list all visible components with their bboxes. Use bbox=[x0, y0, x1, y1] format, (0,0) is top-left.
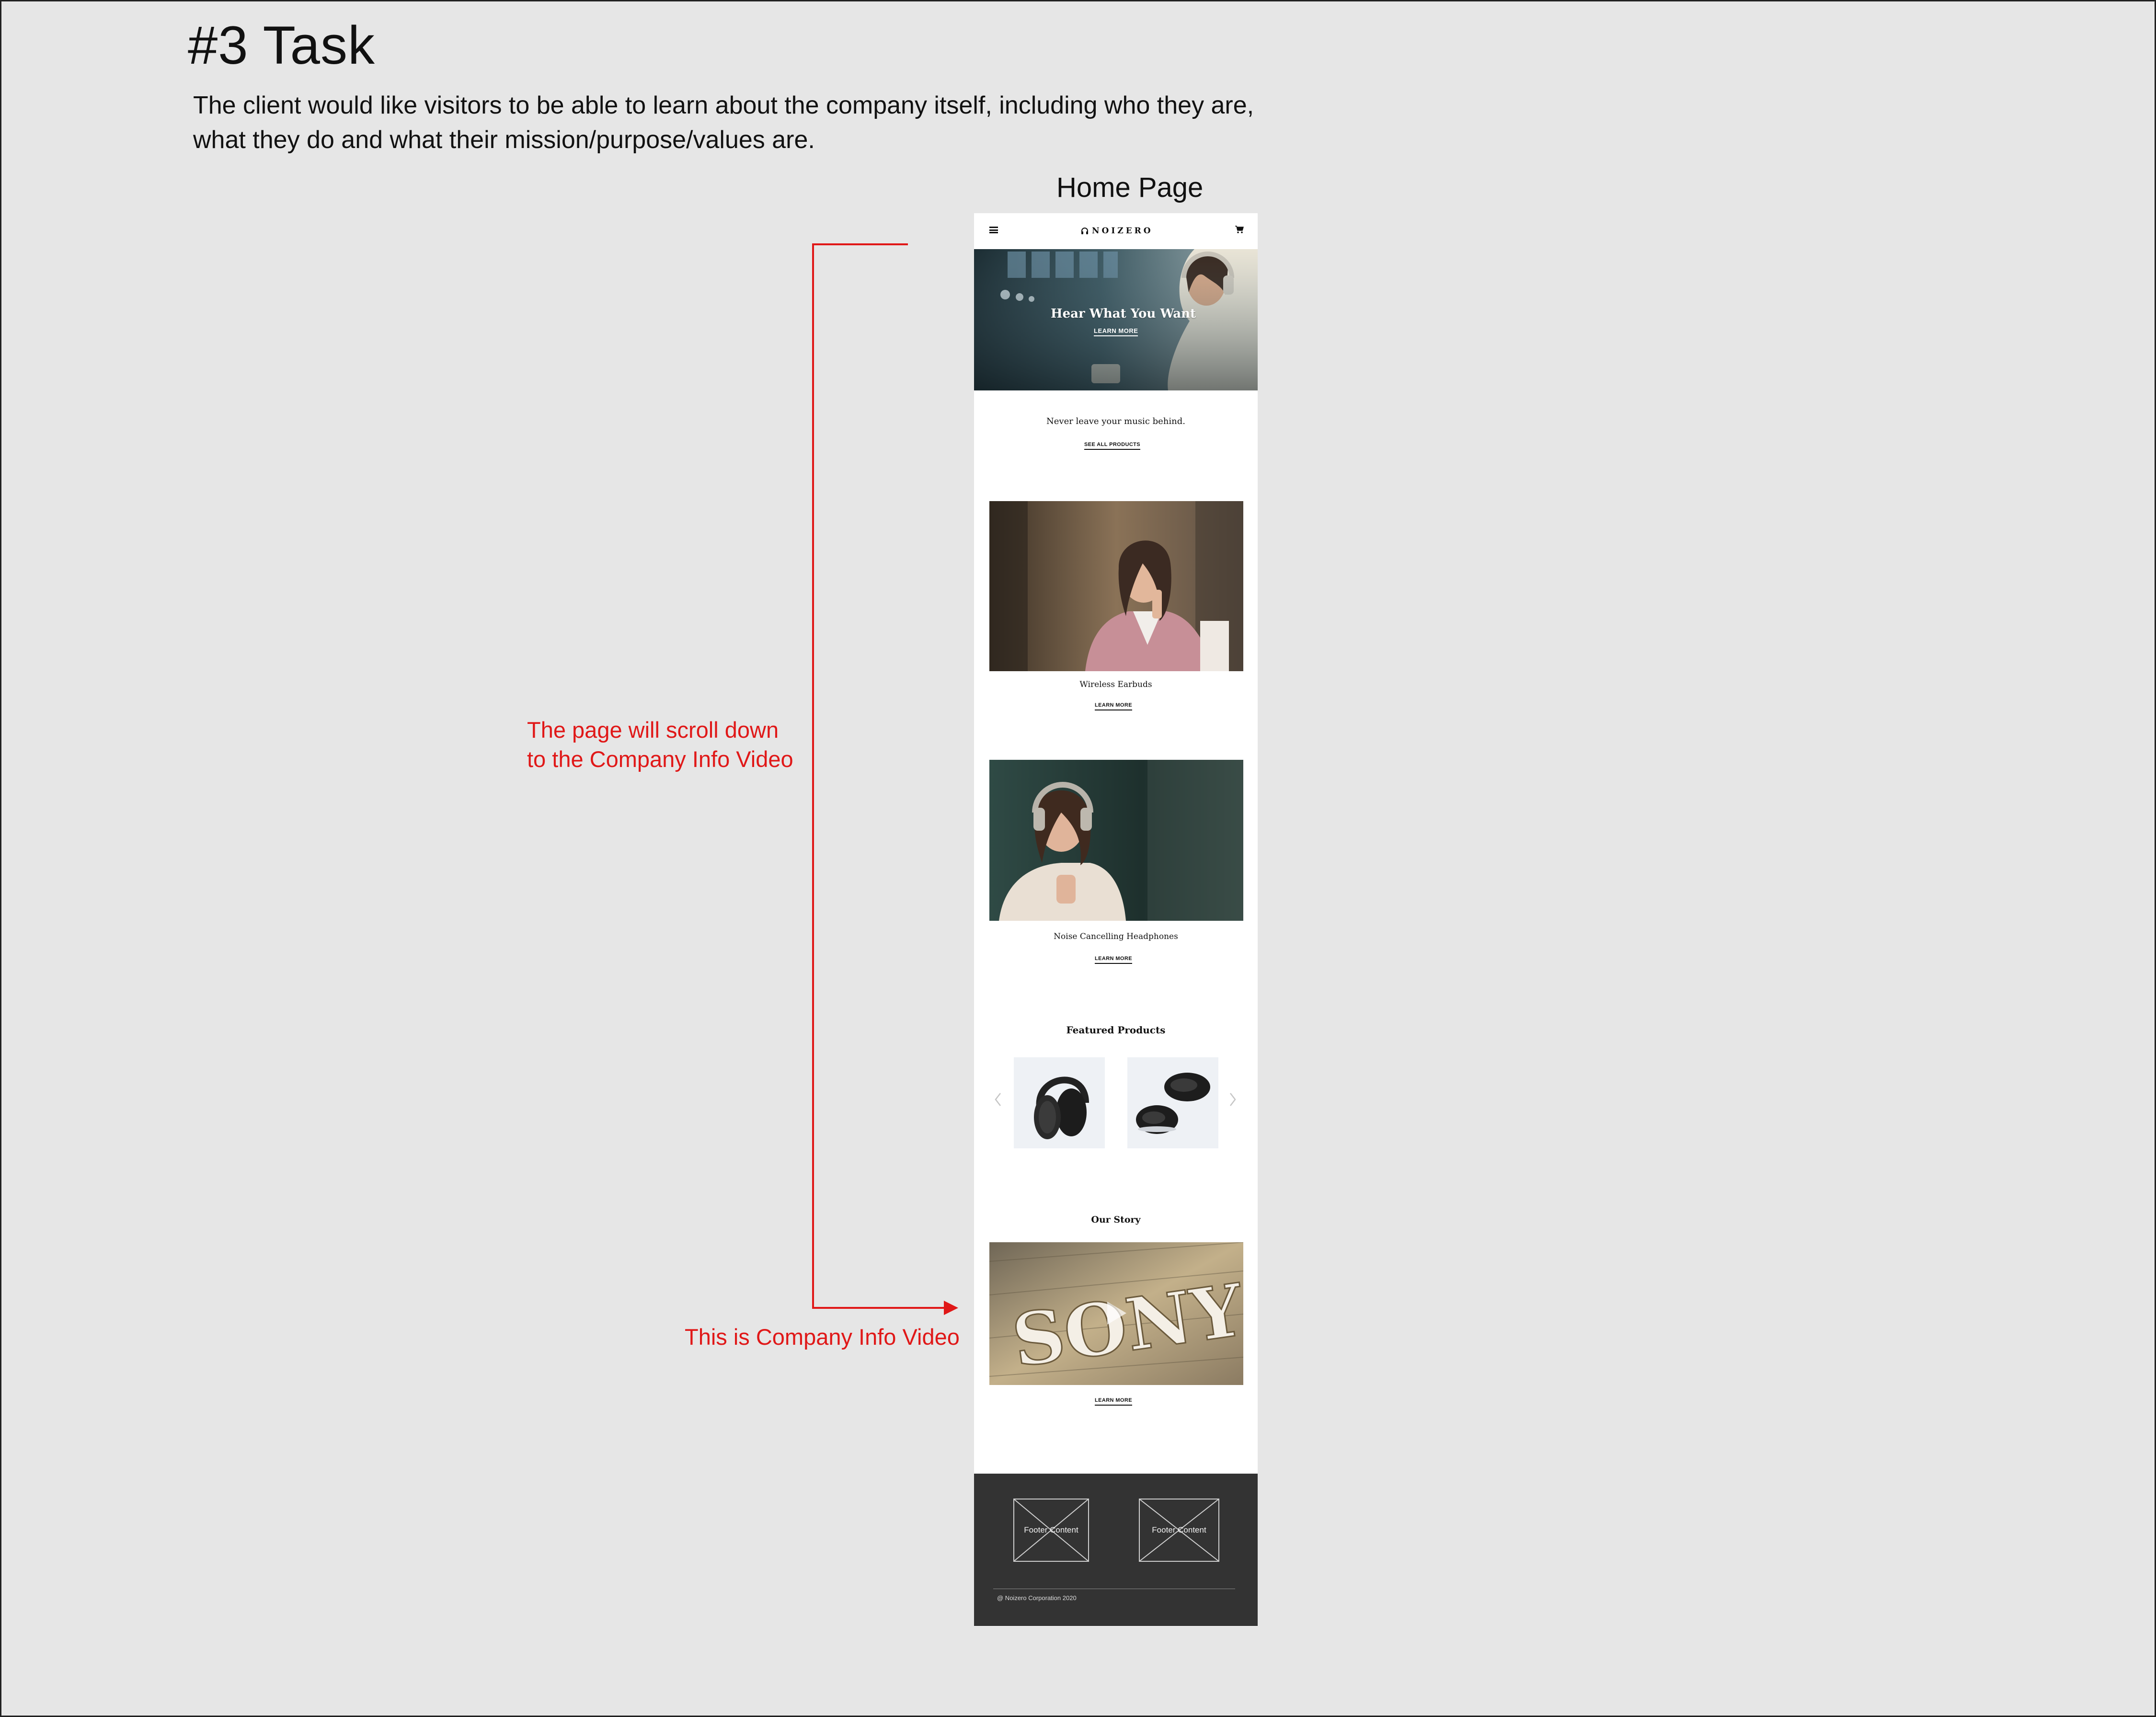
earbuds-learn-more-link[interactable]: LEARN MORE bbox=[1095, 702, 1132, 710]
task-description-line-2: what they do and what their mission/purp… bbox=[193, 126, 815, 154]
annotation-line-bottom bbox=[812, 1307, 947, 1309]
annotation-scroll-line-1: The page will scroll down bbox=[527, 717, 779, 743]
our-story-title: Our Story bbox=[1091, 1214, 1141, 1225]
annotation-line-top bbox=[812, 243, 908, 245]
headphones-product-image bbox=[1034, 1076, 1089, 1139]
task-description: The client would like visitors to be abl… bbox=[193, 88, 1254, 157]
hamburger-icon[interactable] bbox=[989, 227, 998, 233]
mobile-home-page-mockup: NOIZERO Hear What You Want LEARN MORE Ne… bbox=[974, 213, 1258, 1626]
see-all-products-link[interactable]: SEE ALL PRODUCTS bbox=[1084, 442, 1141, 450]
hero-banner: Hear What You Want LEARN MORE bbox=[974, 249, 1258, 390]
headphones-caption: Noise Cancelling Headphones bbox=[1054, 932, 1178, 941]
headphones-promo-photo bbox=[989, 760, 1243, 921]
footer-content-label-1: Footer Content bbox=[1024, 1525, 1078, 1534]
earbuds-caption: Wireless Earbuds bbox=[1079, 680, 1152, 689]
product-card-earbuds[interactable] bbox=[1127, 1057, 1218, 1148]
chevron-right-icon[interactable] bbox=[1229, 1092, 1237, 1107]
chevron-left-icon[interactable] bbox=[994, 1092, 1002, 1107]
task-title: #3 Task bbox=[188, 15, 375, 75]
play-icon[interactable] bbox=[1104, 1300, 1128, 1327]
screen-label: Home Page bbox=[1056, 172, 1204, 203]
footer-content-box-2: Footer Content bbox=[1139, 1499, 1219, 1562]
earbuds-product-image bbox=[1136, 1073, 1210, 1134]
annotation-video-note: This is Company Info Video bbox=[685, 1324, 960, 1350]
product-card-headphones[interactable] bbox=[1014, 1057, 1105, 1148]
top-nav-bar: NOIZERO bbox=[974, 213, 1258, 249]
annotation-scroll-line-2: to the Company Info Video bbox=[527, 746, 793, 772]
featured-products-title: Featured Products bbox=[1066, 1024, 1166, 1036]
footer-copyright: @ Noizero Corporation 2020 bbox=[997, 1594, 1077, 1602]
task-description-line-1: The client would like visitors to be abl… bbox=[193, 92, 1254, 119]
earbuds-promo-photo bbox=[989, 501, 1243, 671]
footer: Footer Content Footer Content @ Noizero … bbox=[974, 1474, 1258, 1626]
footer-content-box-1: Footer Content bbox=[1013, 1499, 1089, 1562]
headphones-icon bbox=[1081, 228, 1088, 234]
annotation-line-vertical bbox=[812, 243, 814, 1309]
annotation-arrowhead bbox=[944, 1301, 958, 1315]
logo[interactable]: NOIZERO bbox=[1080, 224, 1153, 238]
headphones-learn-more-link[interactable]: LEARN MORE bbox=[1095, 956, 1132, 964]
logo-text: NOIZERO bbox=[1092, 226, 1153, 236]
cart-icon[interactable] bbox=[1235, 225, 1244, 234]
intro-tagline: Never leave your music behind. bbox=[1046, 416, 1185, 426]
hero-learn-more-link[interactable]: LEARN MORE bbox=[1094, 327, 1138, 336]
hero-title: Hear What You Want bbox=[1051, 307, 1196, 321]
annotation-scroll-note: The page will scroll down to the Company… bbox=[527, 715, 793, 774]
footer-content-label-2: Footer Content bbox=[1152, 1525, 1206, 1534]
our-story-learn-more-link[interactable]: LEARN MORE bbox=[1095, 1397, 1132, 1406]
company-info-video[interactable]: SONY bbox=[989, 1242, 1243, 1385]
